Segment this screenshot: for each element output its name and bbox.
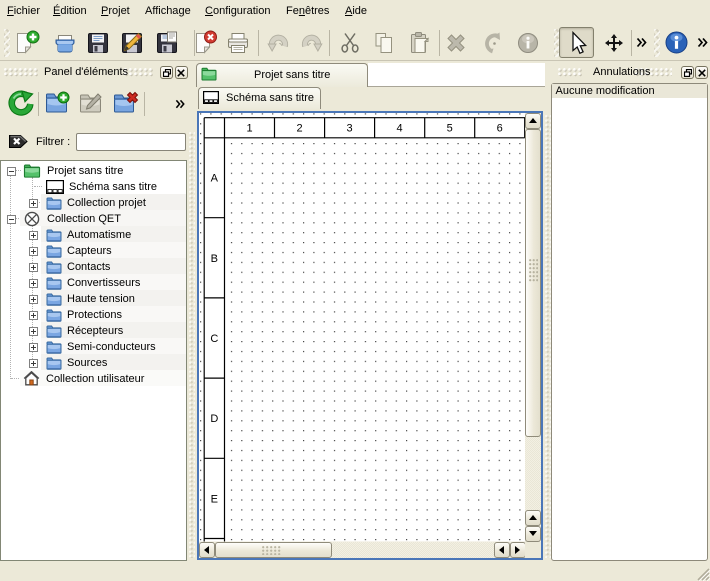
svg-text:E: E [211, 493, 218, 505]
svg-text:5: 5 [447, 123, 453, 135]
svg-text:4: 4 [397, 123, 403, 135]
svg-text:C: C [210, 333, 218, 345]
svg-text:2: 2 [296, 123, 302, 135]
svg-text:6: 6 [497, 123, 503, 135]
svg-text:1: 1 [246, 123, 252, 135]
svg-text:3: 3 [347, 123, 353, 135]
svg-text:D: D [210, 413, 218, 425]
svg-text:A: A [211, 173, 219, 185]
svg-text:B: B [211, 253, 218, 265]
